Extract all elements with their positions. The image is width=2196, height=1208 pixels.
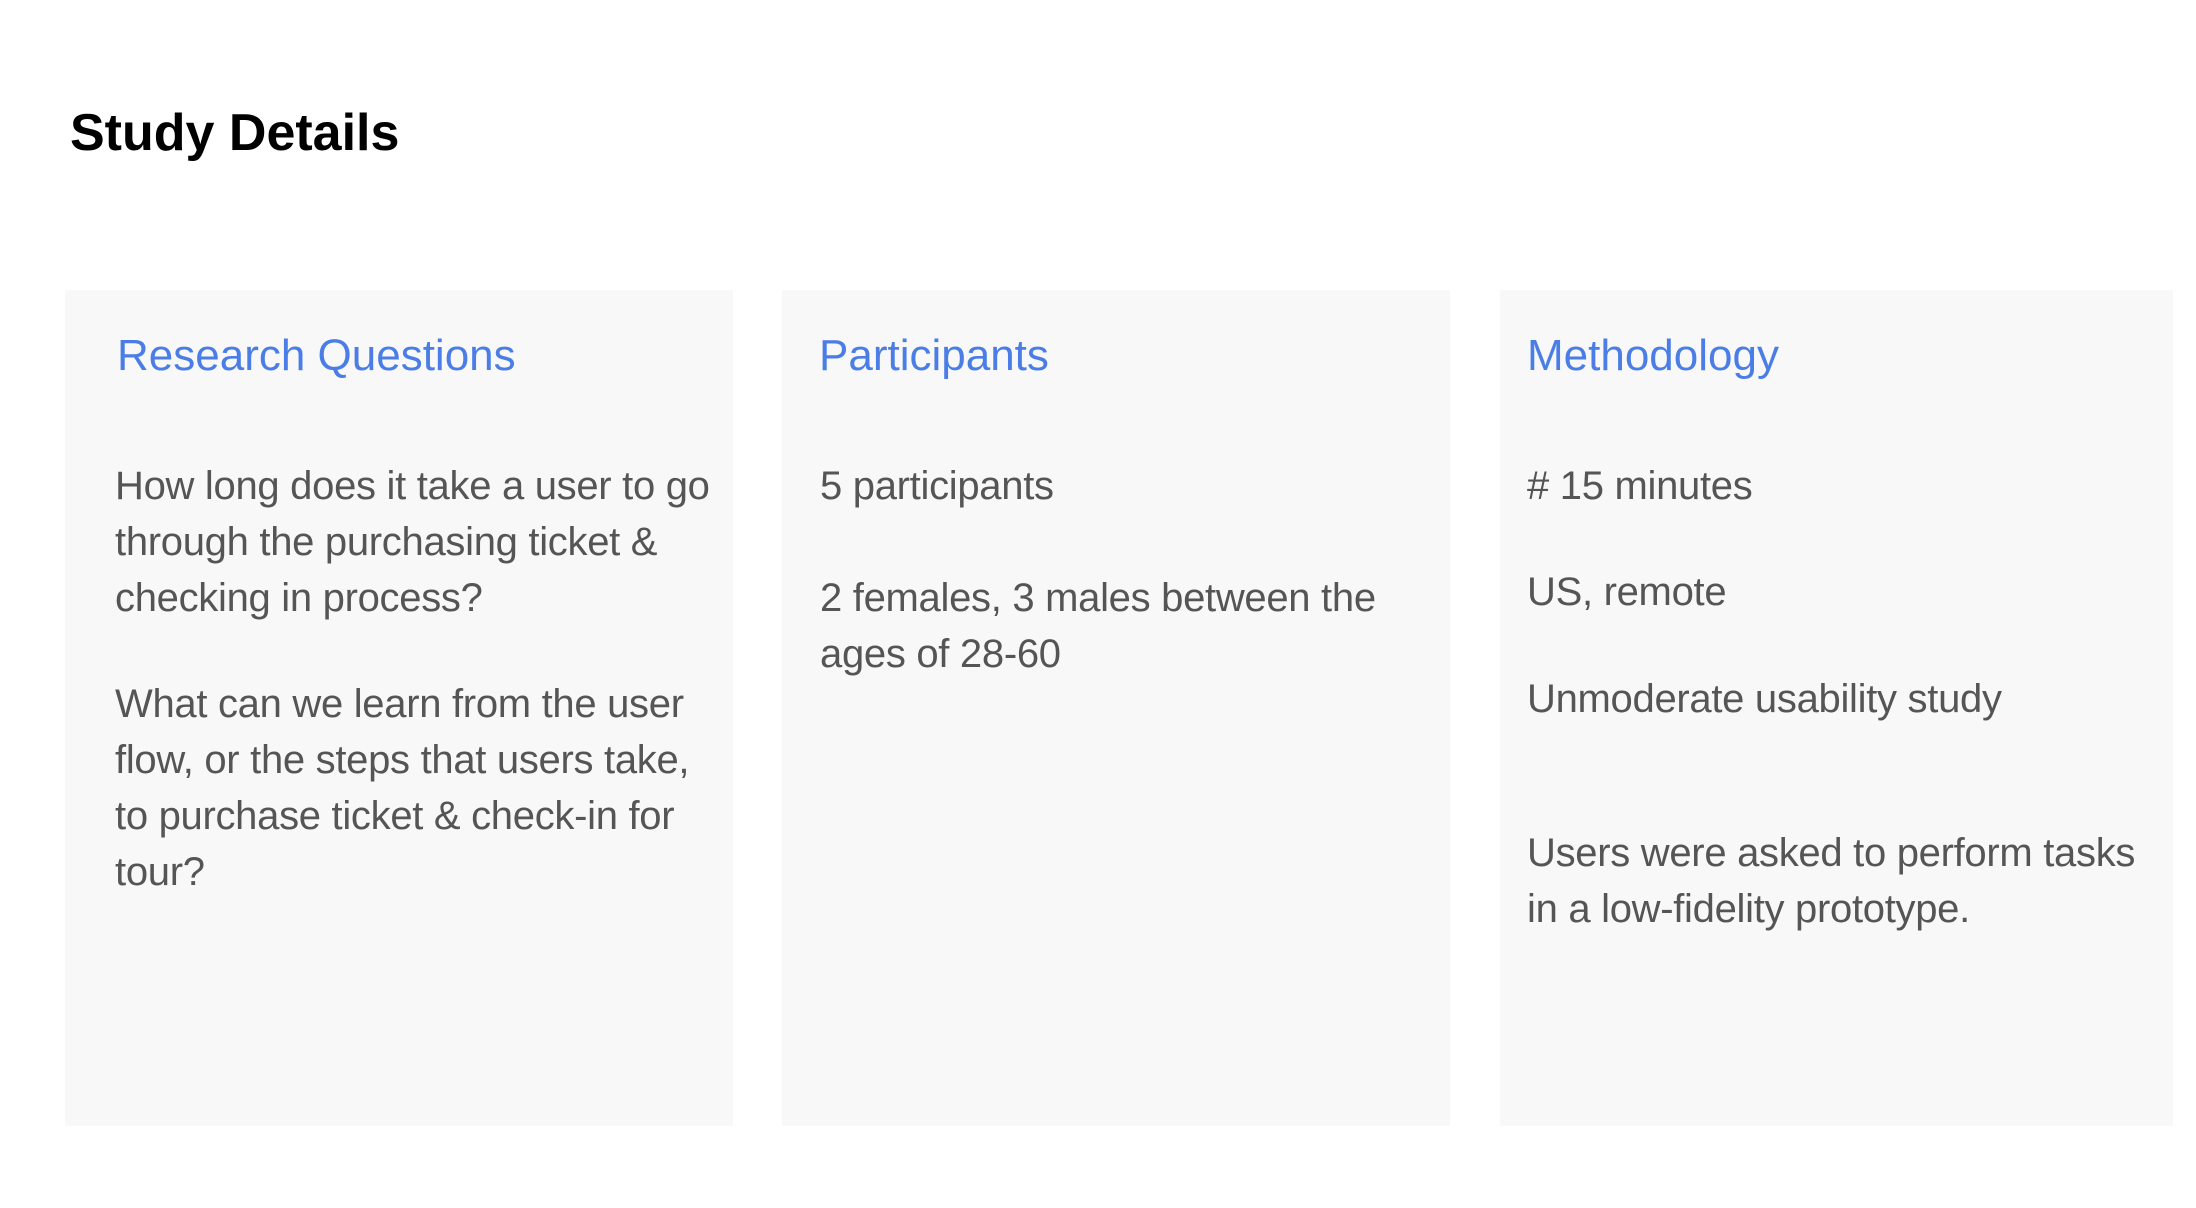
page-title: Study Details xyxy=(70,104,400,162)
methodology-location: US, remote xyxy=(1527,570,1727,614)
research-questions-title: Research Questions xyxy=(117,331,516,380)
participants-card: Participants 5 participants 2 females, 3… xyxy=(782,290,1450,1126)
participants-count: 5 participants xyxy=(820,464,1054,508)
methodology-duration: # 15 minutes xyxy=(1527,464,1753,508)
research-question-1: How long does it take a user to go throu… xyxy=(115,464,710,620)
methodology-study-type: Unmoderate usability study xyxy=(1527,677,2002,721)
research-questions-card: Research Questions How long does it take… xyxy=(65,290,733,1126)
methodology-description: Users were asked to perform tasks in a l… xyxy=(1527,831,2136,931)
participants-demographics: 2 females, 3 males between the ages of 2… xyxy=(820,576,1376,676)
research-question-2: What can we learn from the user flow, or… xyxy=(115,682,690,894)
participants-title: Participants xyxy=(819,331,1049,380)
methodology-card: Methodology # 15 minutes US, remote Unmo… xyxy=(1500,290,2173,1126)
methodology-title: Methodology xyxy=(1527,331,1779,380)
